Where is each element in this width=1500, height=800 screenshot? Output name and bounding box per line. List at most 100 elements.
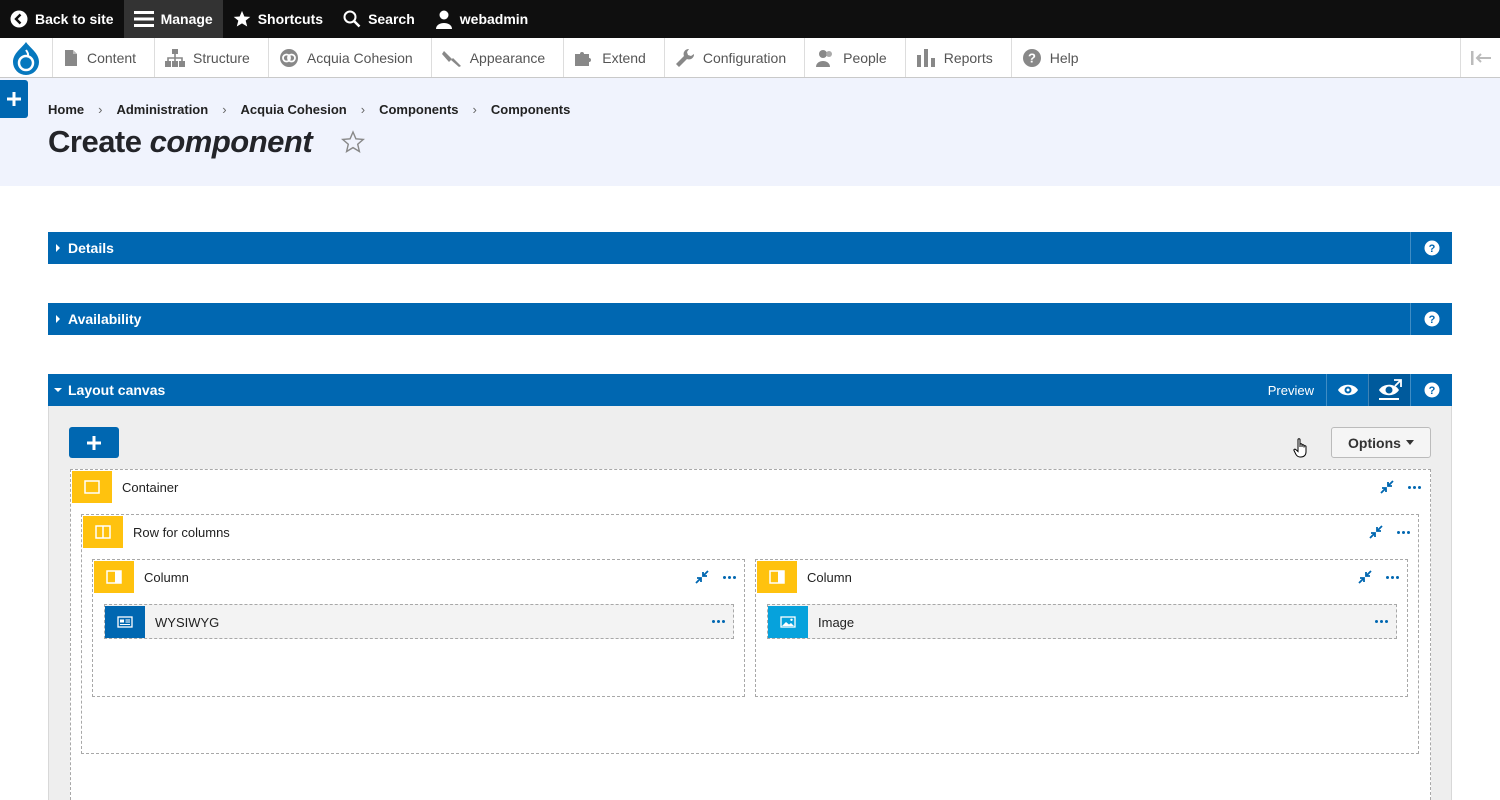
svg-text:?: ? <box>1428 385 1435 397</box>
container-actions <box>1380 480 1421 494</box>
page-title-plain: Create <box>48 124 150 159</box>
collapse-arrows-icon[interactable] <box>1369 525 1383 539</box>
container-header: Container <box>72 470 178 504</box>
tray-item-label: Acquia Cohesion <box>306 49 413 66</box>
availability-title: Availability <box>68 311 142 327</box>
tray-item-structure[interactable]: Structure <box>154 38 268 77</box>
breadcrumb-link-components-2[interactable]: Components <box>491 102 570 117</box>
hand-cursor-icon <box>1293 438 1309 463</box>
drupal-drop-icon <box>13 41 39 75</box>
star-icon <box>233 10 250 27</box>
breadcrumb-link-administration[interactable]: Administration <box>116 102 208 117</box>
svg-text:?: ? <box>1428 243 1435 255</box>
collapse-arrows-icon[interactable] <box>1380 480 1394 494</box>
back-to-site-label: Back to site <box>35 11 114 27</box>
manage-tab[interactable]: Manage <box>123 0 223 38</box>
tray-item-extend[interactable]: Extend <box>563 38 664 77</box>
wysiwyg-header: WYSIWYG <box>105 605 219 639</box>
container-icon <box>72 471 112 503</box>
layout-canvas-help-button[interactable]: ? <box>1410 374 1452 406</box>
svg-text:?: ? <box>1428 314 1435 326</box>
help-icon: ? <box>1424 311 1439 327</box>
collapse-arrows-icon[interactable] <box>1358 570 1372 584</box>
layout-canvas-accordion[interactable]: Layout canvas Preview ? <box>48 374 1452 406</box>
tray-item-content[interactable]: Content <box>52 38 154 77</box>
manage-tray: Content Structure Acquia Cohesion Appear… <box>0 38 1500 78</box>
options-dropdown-button[interactable]: Options <box>1331 427 1431 458</box>
collapse-arrows-icon[interactable] <box>695 570 709 584</box>
breadcrumb-separator: › <box>98 102 103 117</box>
admin-toolbar: Back to site Manage Shortcuts Search web… <box>0 0 1500 38</box>
page-title: Create component <box>48 124 313 160</box>
more-options-icon[interactable] <box>1375 620 1388 623</box>
breadcrumb-link-home[interactable]: Home <box>48 102 84 117</box>
more-options-icon[interactable] <box>1386 575 1399 579</box>
tray-item-label: People <box>843 49 887 66</box>
image-actions <box>1375 620 1388 623</box>
column-right-actions <box>1358 570 1399 584</box>
tray-orientation-toggle[interactable] <box>1460 38 1500 77</box>
tray-item-people[interactable]: People <box>804 38 905 77</box>
tray-item-appearance[interactable]: Appearance <box>430 38 564 77</box>
breadcrumb-separator: › <box>222 102 227 117</box>
more-options-icon[interactable] <box>1397 530 1410 534</box>
image-header: Image <box>768 605 854 639</box>
user-tab[interactable]: webadmin <box>425 0 538 38</box>
breadcrumb-link-components[interactable]: Components <box>379 102 458 117</box>
image-element[interactable] <box>767 604 1397 639</box>
plus-icon <box>87 435 101 450</box>
row-header: Row for columns <box>83 515 230 549</box>
caret-down-icon <box>1405 440 1414 445</box>
bar-chart-icon <box>916 48 935 67</box>
brush-icon <box>441 50 461 67</box>
tray-item-configuration[interactable]: Configuration <box>663 38 804 77</box>
shortcuts-label: Shortcuts <box>257 11 324 27</box>
column-icon <box>94 561 134 593</box>
breadcrumb-link-acquia-cohesion[interactable]: Acquia Cohesion <box>241 102 347 117</box>
search-label: Search <box>368 11 415 27</box>
search-icon <box>343 10 361 28</box>
tray-item-acquia-cohesion[interactable]: Acquia Cohesion <box>267 38 431 77</box>
column-left-header: Column <box>94 560 189 594</box>
column-icon <box>757 561 797 593</box>
search-tab[interactable]: Search <box>333 0 425 38</box>
people-icon <box>816 49 833 67</box>
preview-button[interactable] <box>1326 374 1368 406</box>
user-icon <box>435 10 452 29</box>
details-accordion[interactable]: Details ? <box>48 232 1452 264</box>
tray-item-label: Content <box>87 49 137 66</box>
more-options-icon[interactable] <box>1408 485 1421 489</box>
collapse-left-icon <box>1470 50 1491 65</box>
tray-item-label: Appearance <box>469 49 546 66</box>
availability-help-button[interactable]: ? <box>1410 303 1452 335</box>
details-help-button[interactable]: ? <box>1410 232 1452 264</box>
shortcut-star-button[interactable] <box>340 130 366 159</box>
tray-item-help[interactable]: ? Help <box>1010 38 1097 77</box>
tray-item-reports[interactable]: Reports <box>904 38 1011 77</box>
add-shortcut-tab[interactable] <box>0 80 28 118</box>
eye-external-icon <box>1378 379 1402 400</box>
layout-canvas-title: Layout canvas <box>68 382 166 398</box>
options-label: Options <box>1348 434 1401 451</box>
preview-new-window-button[interactable] <box>1368 374 1410 406</box>
add-element-button[interactable] <box>69 427 119 458</box>
page-title-italic: component <box>149 124 313 159</box>
puzzle-icon <box>575 51 592 66</box>
column-left-label: Column <box>144 569 189 585</box>
manage-label: Manage <box>160 11 213 27</box>
image-label: Image <box>818 614 855 630</box>
shortcuts-tab[interactable]: Shortcuts <box>223 0 333 38</box>
wysiwyg-icon <box>105 606 145 638</box>
file-icon <box>65 49 77 66</box>
wrench-icon <box>675 48 694 67</box>
availability-accordion[interactable]: Availability ? <box>48 303 1452 335</box>
more-options-icon[interactable] <box>712 620 725 623</box>
breadcrumb-separator: › <box>360 102 366 117</box>
drupal-logo[interactable] <box>0 38 52 77</box>
more-options-icon[interactable] <box>723 575 736 579</box>
svg-text:?: ? <box>1028 50 1036 65</box>
back-to-site-link[interactable]: Back to site <box>0 0 124 38</box>
help-icon: ? <box>1424 240 1439 256</box>
details-title: Details <box>68 240 114 256</box>
tray-item-label: Reports <box>943 49 993 66</box>
